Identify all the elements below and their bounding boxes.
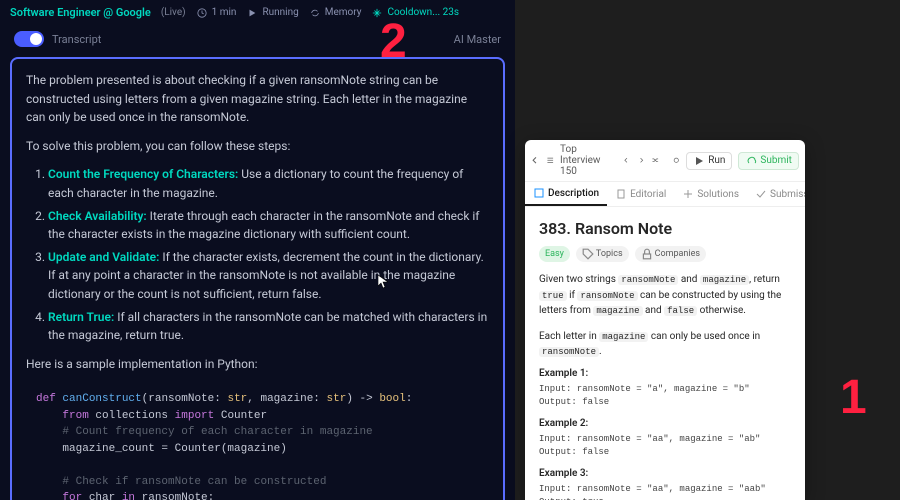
example-3: Example 3: Input: ransomNote = "aa", mag… — [539, 468, 791, 500]
problem-body[interactable]: 383. Ransom Note Easy Topics Companies G… — [525, 207, 805, 500]
memory-badge: Memory — [309, 7, 362, 19]
transcript-content[interactable]: The problem presented is about checking … — [10, 57, 505, 500]
ai-assistant-panel: Software Engineer @ Google (Live) 1 min … — [0, 0, 515, 500]
ai-master-label: AI Master — [454, 33, 501, 46]
play-icon — [246, 7, 258, 19]
tab-submissions[interactable]: Submissions — [747, 182, 805, 206]
description-p2: Each letter in magazine can only be used… — [539, 329, 791, 360]
sample-lead: Here is a sample implementation in Pytho… — [26, 355, 489, 374]
steps-lead: To solve this problem, you can follow th… — [26, 137, 489, 156]
tab-editorial[interactable]: Editorial — [607, 182, 674, 206]
transcript-toggle[interactable] — [14, 31, 44, 47]
clock-icon — [196, 7, 208, 19]
description-p1: Given two strings ransomNote and magazin… — [539, 272, 791, 319]
list-item: Check Availability: Iterate through each… — [48, 207, 489, 244]
tag-icon — [582, 248, 594, 260]
example-2: Example 2: Input: ransomNote = "aa", mag… — [539, 418, 791, 460]
difficulty-tag: Easy — [539, 246, 570, 262]
mouse-cursor — [378, 274, 388, 288]
shuffle-icon[interactable] — [651, 155, 660, 167]
list-icon[interactable] — [546, 155, 555, 167]
prev-icon[interactable] — [622, 155, 631, 167]
live-badge: (Live) — [161, 7, 186, 18]
topics-tag[interactable]: Topics — [576, 246, 629, 262]
description-icon — [533, 187, 545, 199]
list-item: Return True: If all characters in the ra… — [48, 308, 489, 345]
time-badge: 1 min — [196, 7, 237, 19]
run-button[interactable]: Run — [686, 152, 732, 170]
problem-title: 383. Ransom Note — [539, 219, 791, 238]
tab-solutions[interactable]: Solutions — [674, 182, 747, 206]
cloud-upload-icon — [745, 155, 757, 167]
header-bar: Software Engineer @ Google (Live) 1 min … — [0, 0, 515, 25]
breadcrumb[interactable]: Top Interview 150 — [560, 144, 616, 177]
companies-tag[interactable]: Companies — [635, 246, 706, 262]
submissions-icon — [755, 188, 767, 200]
problem-toolbar: Top Interview 150 Run Submit — [525, 140, 805, 182]
lock-icon — [641, 248, 653, 260]
debug-icon[interactable] — [672, 155, 681, 167]
example-1: Example 1: Input: ransomNote = "a", maga… — [539, 368, 791, 410]
sub-header: Transcript AI Master — [0, 25, 515, 53]
play-icon — [693, 155, 705, 167]
status-badge: Running — [246, 7, 298, 19]
submit-button[interactable]: Submit — [738, 152, 799, 170]
refresh-icon — [309, 7, 321, 19]
leetcode-panel: Top Interview 150 Run Submit Description… — [525, 140, 805, 500]
overlay-marker-1: 1 — [840, 370, 867, 425]
tag-row: Easy Topics Companies — [539, 246, 791, 262]
editorial-icon — [615, 188, 627, 200]
code-sample: def canConstruct(ransomNote: str, magazi… — [26, 383, 489, 500]
problem-tabs: Description Editorial Solutions Submissi… — [525, 182, 805, 207]
overlay-marker-2: 2 — [380, 14, 407, 69]
intro-text: The problem presented is about checking … — [26, 71, 489, 127]
list-item: Count the Frequency of Characters: Use a… — [48, 165, 489, 202]
steps-list: Count the Frequency of Characters: Use a… — [26, 165, 489, 344]
session-title: Software Engineer @ Google — [10, 6, 151, 19]
list-item: Update and Validate: If the character ex… — [48, 248, 489, 304]
solutions-icon — [682, 188, 694, 200]
back-icon[interactable] — [531, 155, 540, 167]
next-icon[interactable] — [637, 155, 646, 167]
tab-description[interactable]: Description — [525, 182, 607, 206]
